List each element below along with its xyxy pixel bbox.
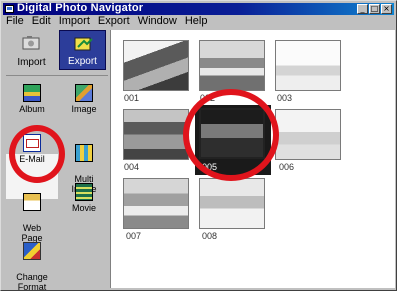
web-page-icon (23, 193, 41, 211)
thumbnail-caption: 003 (277, 93, 293, 103)
menu-file[interactable]: File (3, 15, 28, 28)
import-mode-label: Import (17, 57, 46, 68)
thumbnail-001[interactable] (123, 40, 189, 91)
thumbnail-caption: 005 (202, 162, 218, 172)
album-tool[interactable]: Album (9, 84, 55, 114)
menu-import[interactable]: Import (55, 15, 94, 28)
menu-export[interactable]: Export (94, 15, 134, 28)
thumbnail-006[interactable] (275, 109, 341, 160)
thumbnail-005[interactable] (199, 108, 265, 159)
thumbnail-caption: 002 (200, 93, 216, 103)
thumbnail-area: 001 002 003 004 005 006 007 008 (110, 30, 395, 288)
thumbnail-002[interactable] (199, 40, 265, 91)
window-title: Digital Photo Navigator (17, 2, 144, 14)
email-label: E-Mail (19, 154, 45, 164)
thumbnail-caption: 004 (124, 162, 140, 172)
album-label: Album (19, 104, 45, 114)
menu-window[interactable]: Window (134, 15, 181, 28)
thumbnail-007[interactable] (123, 178, 189, 229)
change-format-tool[interactable]: Change Format (9, 232, 55, 291)
export-icon (74, 37, 93, 51)
menu-help[interactable]: Help (181, 15, 212, 28)
title-bar: Digital Photo Navigator _ □ × (3, 2, 394, 15)
thumbnail-caption: 001 (124, 93, 140, 103)
thumbnail-caption: 007 (126, 231, 142, 241)
movie-icon (75, 183, 93, 201)
app-window: Digital Photo Navigator _ □ × File Edit … (0, 0, 397, 291)
album-icon (23, 84, 41, 102)
thumbnail-caption: 008 (202, 231, 218, 241)
thumbnail-008[interactable] (199, 178, 265, 229)
thumbnail-caption: 006 (279, 162, 295, 172)
app-icon (5, 5, 14, 13)
thumbnail-003[interactable] (275, 40, 341, 91)
export-tools-panel: Album Image E-Mail Multi Image Web Page … (6, 75, 108, 291)
image-label: Image (71, 104, 97, 114)
movie-tool[interactable]: Movie (61, 183, 107, 213)
multi-image-icon (75, 144, 93, 162)
export-mode-button[interactable]: Export (59, 30, 106, 70)
import-icon (22, 36, 40, 50)
menu-edit[interactable]: Edit (28, 15, 55, 28)
image-tool[interactable]: Image (61, 84, 107, 114)
export-mode-label: Export (68, 56, 97, 67)
movie-label: Movie (71, 203, 96, 213)
close-button[interactable]: × (381, 4, 392, 14)
email-icon (23, 134, 41, 152)
menu-bar: File Edit Import Export Window Help (3, 15, 394, 28)
email-tool[interactable]: E-Mail (9, 134, 55, 164)
import-mode-button[interactable]: Import (8, 30, 55, 70)
maximize-button[interactable]: □ (369, 4, 380, 14)
image-icon (75, 84, 93, 102)
change-format-label: Change Format (16, 272, 48, 291)
sidebar: Import Export Album Image E-Mail Multi W… (6, 30, 108, 291)
minimize-button[interactable]: _ (357, 4, 368, 14)
thumbnail-004[interactable] (123, 109, 189, 160)
change-format-icon (23, 242, 41, 260)
